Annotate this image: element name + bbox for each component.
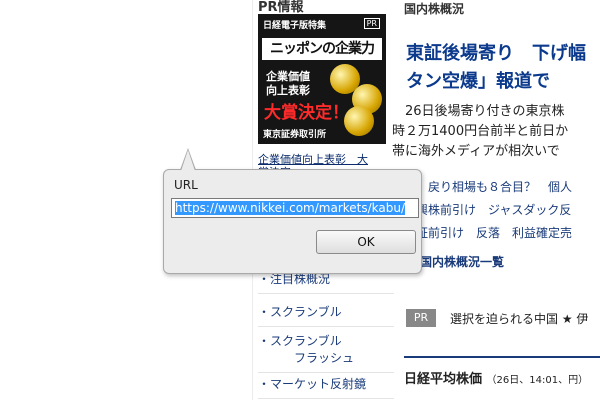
- ad-subtitle-line2: 向上表彰: [266, 84, 310, 97]
- menu-item-label: ・スクランブル: [258, 334, 342, 348]
- url-field[interactable]: https://www.nikkei.com/markets/kabu/: [171, 198, 419, 218]
- dialog-pointer-inner: [181, 150, 195, 171]
- menu-item-market-mirror[interactable]: ・マーケット反射鏡: [258, 375, 394, 399]
- related-link[interactable]: 東証前引け 反落 利益確定売: [404, 222, 600, 245]
- ok-button[interactable]: OK: [316, 230, 416, 254]
- pr-article-link[interactable]: 選択を迫られる中国 ★ 伊: [450, 310, 588, 327]
- section-divider: [404, 356, 600, 358]
- section-title: 国内株概況: [404, 2, 465, 16]
- related-link[interactable]: 新興株前引け ジャスダック反: [404, 199, 600, 222]
- market-overview-list-link[interactable]: 国内株概況一覧: [420, 253, 504, 270]
- summary-line: 時２万1400円台前半と前日か: [392, 124, 569, 139]
- related-links: 株、戻り相場も８合目？ 個人 新興株前引け ジャスダック反 東証前引け 反落 利…: [404, 176, 600, 245]
- menu-item-scramble[interactable]: ・スクランブル: [258, 303, 394, 327]
- headline-line2: タン空爆」報道で: [406, 71, 550, 92]
- menu-item-label: ・注目株概況: [258, 272, 331, 286]
- pr-ad-banner[interactable]: 日経電子版特集 PR ニッポンの企業力 企業価値 向上表彰 大賞決定！ 東京証券…: [258, 14, 386, 144]
- nikkei-index-title[interactable]: 日経平均株価 （26日、14:01、円）: [404, 368, 588, 387]
- menu-item-scramble-flash[interactable]: ・スクランブル フラッシュ: [258, 332, 394, 373]
- url-selected-text: https://www.nikkei.com/markets/kabu/: [175, 201, 406, 215]
- pr-heading: PR情報: [258, 0, 304, 15]
- ad-footer: 東京証券取引所: [263, 130, 327, 140]
- summary-line: 帯に海外メディアが相次いで: [392, 144, 560, 159]
- ad-pr-mark: PR: [363, 18, 380, 29]
- ad-top-label: 日経電子版特集: [263, 21, 327, 31]
- pr-badge: PR: [406, 309, 436, 327]
- ad-banner-title: ニッポンの企業力: [262, 38, 382, 60]
- menu-item-sublabel: フラッシュ: [294, 351, 355, 365]
- ad-subtitle: 企業価値 向上表彰: [266, 70, 310, 98]
- ad-award-text: 大賞決定！: [264, 103, 349, 123]
- nikkei-title-meta: （26日、14:01、円）: [486, 375, 589, 386]
- ad-subtitle-line1: 企業価値: [266, 70, 310, 83]
- menu-item-label: ・スクランブル: [258, 305, 342, 319]
- article-summary: 26日後場寄り付きの東京株 時２万1400円台前半と前日か 帯に海外メディアが相…: [392, 102, 600, 162]
- menu-item-label: ・マーケット反射鏡: [258, 377, 367, 391]
- url-dialog: URL https://www.nikkei.com/markets/kabu/…: [163, 169, 422, 274]
- related-link[interactable]: 株、戻り相場も８合目？ 個人: [404, 176, 600, 199]
- summary-line: 26日後場寄り付きの東京株: [392, 104, 565, 119]
- nikkei-title-text: 日経平均株価: [404, 372, 483, 387]
- article-headline[interactable]: 東証後場寄り 下げ幅 タン空爆」報道で: [406, 40, 600, 96]
- headline-line1: 東証後場寄り 下げ幅: [406, 43, 586, 64]
- dialog-title: URL: [174, 178, 198, 192]
